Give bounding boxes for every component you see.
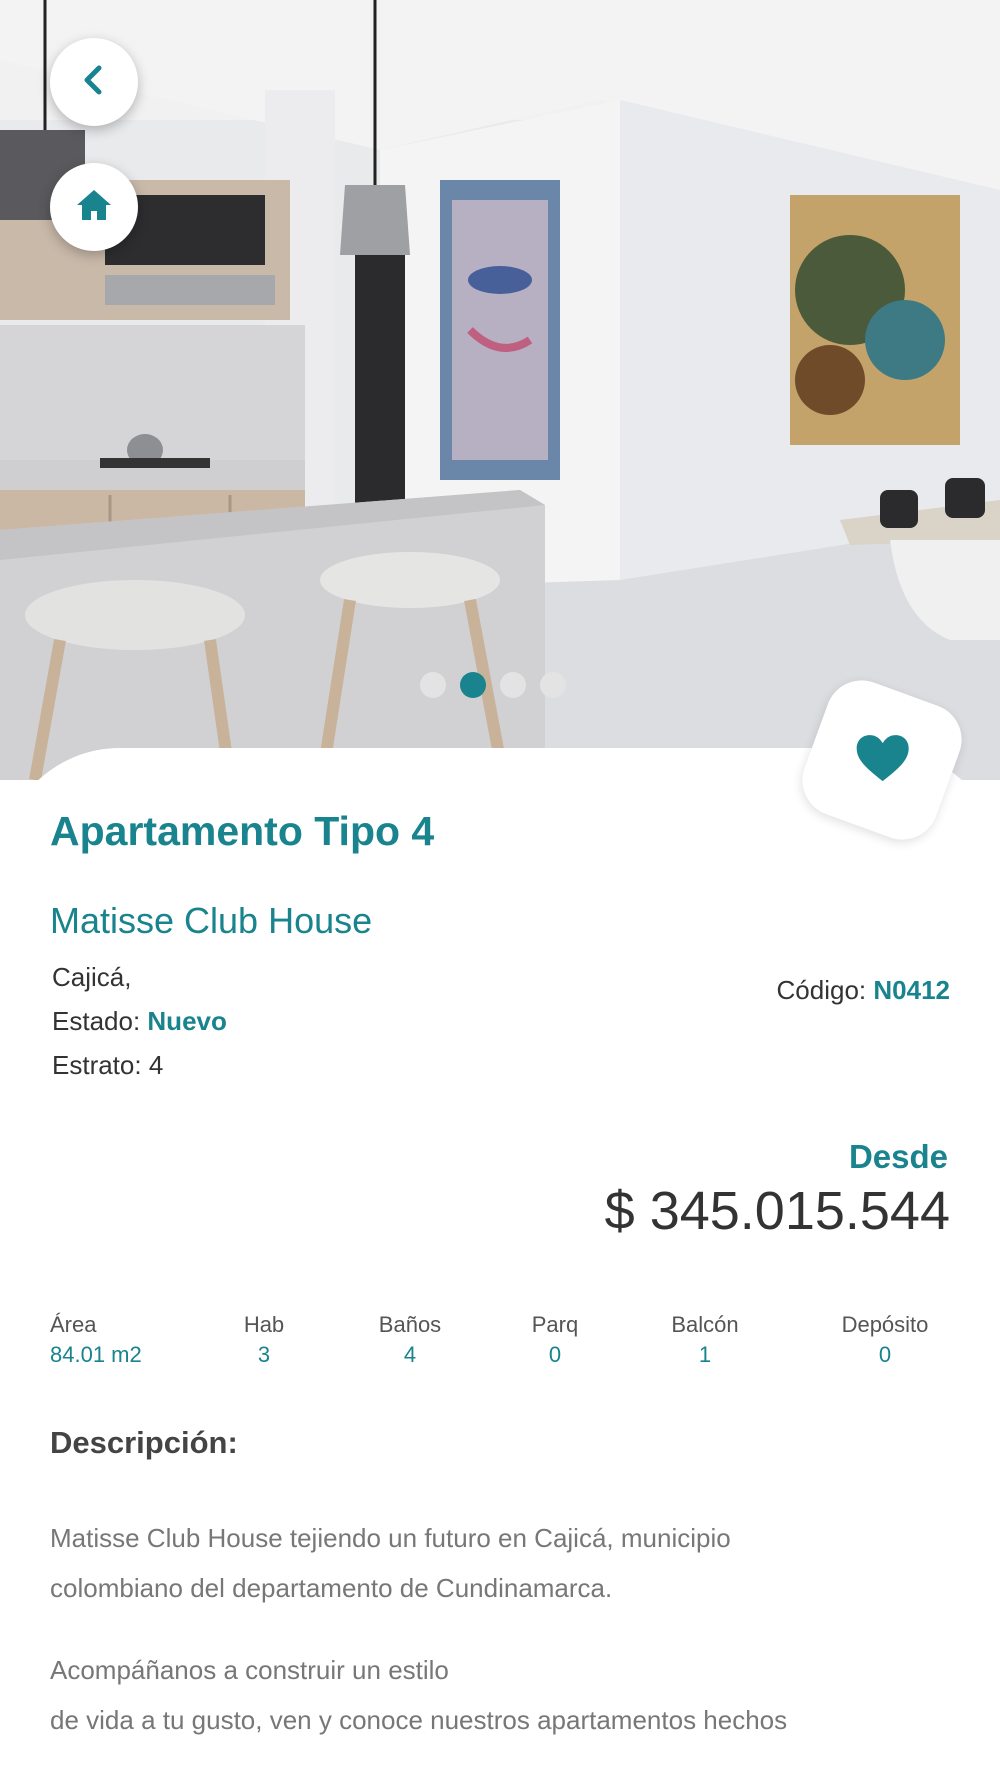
codigo-row: Código: N0412 <box>777 975 950 1006</box>
description-paragraph-1: Matisse Club House tejiendo un futuro en… <box>50 1513 950 1613</box>
stat-label: Baños <box>378 1312 442 1337</box>
stat-label: Depósito <box>841 1312 929 1337</box>
kitchen-render-image <box>0 0 1000 780</box>
carousel-dot[interactable] <box>540 672 566 698</box>
city-text: Cajicá, <box>52 962 132 992</box>
stat-value: 0 <box>878 1342 892 1367</box>
stat-parq: Parq 0 <box>510 1312 600 1368</box>
stat-value: 0 <box>548 1342 562 1367</box>
stat-label: Balcón <box>671 1312 739 1337</box>
stat-balcon: Balcón 1 <box>650 1312 760 1368</box>
stat-label: Área <box>50 1312 97 1337</box>
stat-banos: Baños 4 <box>360 1312 460 1368</box>
carousel-dot[interactable] <box>420 672 446 698</box>
stat-value: 84.01 m2 <box>50 1342 142 1367</box>
description-heading: Descripción: <box>50 1425 238 1460</box>
carousel-indicator[interactable] <box>420 672 566 698</box>
price-label: Desde <box>848 1138 948 1175</box>
heart-icon <box>846 725 917 796</box>
stat-label: Parq <box>531 1312 579 1337</box>
stat-value: 4 <box>403 1342 417 1367</box>
listing-title: Apartamento Tipo 4 <box>50 808 435 854</box>
carousel-dot-active[interactable] <box>460 672 486 698</box>
home-icon <box>74 185 114 230</box>
price-value: $ 345.015.544 <box>604 1181 950 1241</box>
back-button[interactable] <box>50 38 138 126</box>
estado-label: Estado: <box>52 1006 141 1036</box>
estado-value: Nuevo <box>147 1006 227 1036</box>
stat-hab: Hab 3 <box>224 1312 304 1368</box>
carousel-dot[interactable] <box>500 672 526 698</box>
description-line: colombiano del departamento de Cundinama… <box>50 1573 613 1603</box>
estado-row: Estado: Nuevo <box>52 1006 227 1037</box>
description-line: Acompáñanos a construir un estilo <box>50 1655 449 1685</box>
estrato-text: Estrato: 4 <box>52 1050 164 1080</box>
description-line: de vida a tu gusto, ven y conoce nuestro… <box>50 1705 788 1735</box>
description-paragraph-2: Acompáñanos a construir un estilo de vid… <box>50 1645 950 1745</box>
hero-photo[interactable] <box>0 0 1000 780</box>
chevron-left-icon <box>74 60 114 105</box>
stat-deposito: Depósito 0 <box>820 1312 950 1368</box>
project-name: Matisse Club House <box>50 900 373 941</box>
codigo-value: N0412 <box>873 975 950 1005</box>
stat-area: Área 84.01 m2 <box>50 1312 142 1368</box>
stat-label: Hab <box>243 1312 285 1337</box>
description-line: Matisse Club House tejiendo un futuro en… <box>50 1523 731 1553</box>
stat-value: 1 <box>698 1342 712 1367</box>
home-button[interactable] <box>50 163 138 251</box>
codigo-label: Código: <box>776 975 867 1005</box>
stat-value: 3 <box>257 1342 271 1367</box>
